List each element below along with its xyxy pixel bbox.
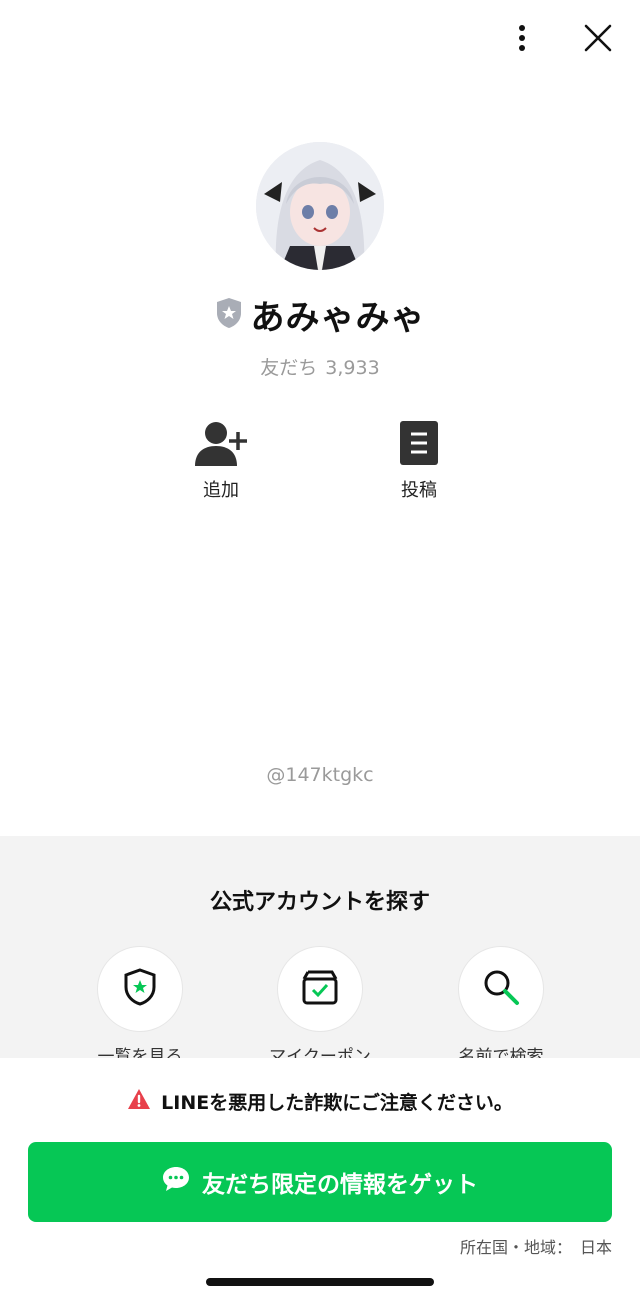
header-actions	[502, 18, 618, 58]
search-icon	[482, 968, 520, 1010]
country-value: 日本	[579, 1238, 612, 1257]
profile-section: あみゃみゃ 友だち 3,933	[0, 142, 640, 380]
country-label: 所在国・地域：	[459, 1238, 572, 1257]
add-friend-button[interactable]: 追加	[161, 418, 281, 502]
verified-shield-icon	[215, 297, 243, 333]
friends-count-row: 友だち 3,933	[0, 353, 640, 380]
home-indicator	[206, 1278, 434, 1286]
get-exclusive-info-button[interactable]: 友だち限定の情報をゲット	[28, 1142, 612, 1222]
view-list-button[interactable]: 一覧を見る	[70, 946, 210, 1067]
explore-title: 公式アカウントを探す	[209, 890, 430, 915]
fraud-warning: LINEを悪用した詐欺にご注意ください。	[0, 1088, 640, 1115]
bottom-sheet: LINEを悪用した詐欺にご注意ください。 友だち限定の情報をゲット 所在国・地域…	[0, 1058, 640, 1300]
explore-official-accounts: 公式アカウントを探す 一覧を見る マイクーポン 名前で検索	[0, 836, 640, 1067]
friends-count: 3,933	[325, 357, 380, 379]
more-vertical-icon[interactable]	[502, 18, 542, 58]
official-account-profile-page: あみゃみゃ 友だち 3,933 追加 投稿 @147ktgkc 公式アカウントを…	[0, 0, 640, 1300]
chat-bubble-icon	[162, 1166, 190, 1198]
account-handle: @147ktgkc	[266, 764, 374, 786]
warning-icon	[127, 1088, 151, 1115]
name-row: あみゃみゃ	[0, 290, 640, 339]
posts-button[interactable]: 投稿	[359, 418, 479, 502]
search-by-name-button[interactable]: 名前で検索	[431, 946, 571, 1067]
coupon-box-icon	[301, 969, 339, 1009]
cta-label: 友だち限定の情報をゲット	[202, 1172, 478, 1198]
add-friend-icon	[161, 418, 281, 466]
avatar[interactable]	[256, 142, 384, 270]
posts-label: 投稿	[401, 480, 437, 501]
account-name: あみゃみゃ	[250, 298, 426, 338]
my-coupon-button[interactable]: マイクーポン	[250, 946, 390, 1067]
fraud-warning-text: LINEを悪用した詐欺にご注意ください。	[161, 1092, 513, 1114]
country-region: 所在国・地域： 日本	[460, 1234, 612, 1258]
add-friend-label: 追加	[203, 480, 239, 501]
friends-label: 友だち	[260, 357, 318, 379]
close-icon[interactable]	[578, 18, 618, 58]
shield-star-icon	[123, 968, 157, 1010]
posts-icon	[359, 418, 479, 466]
